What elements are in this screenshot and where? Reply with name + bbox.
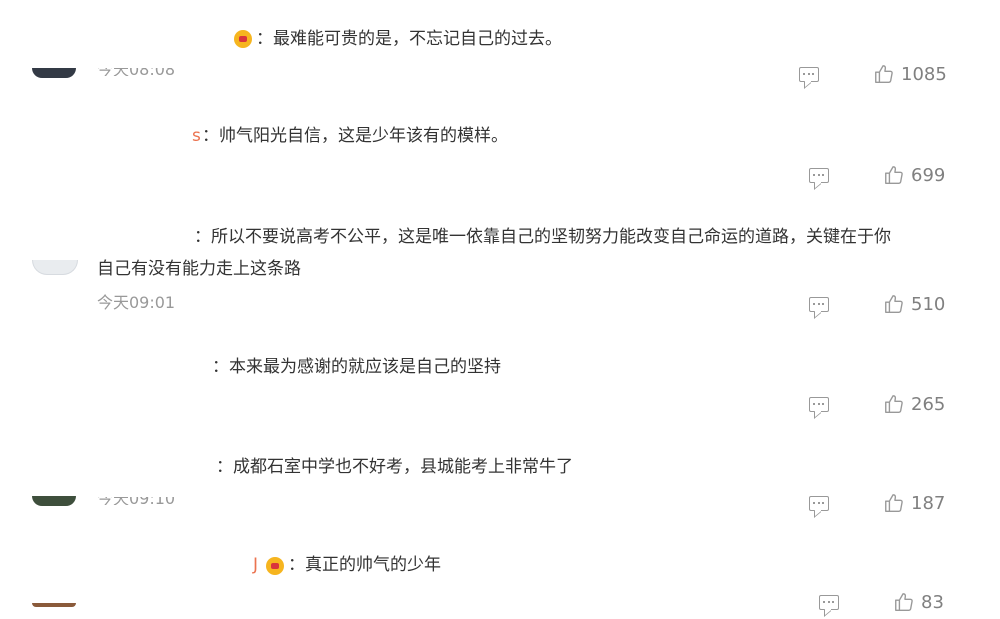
thumbs-up-icon xyxy=(895,593,913,611)
like-count: 265 xyxy=(911,393,946,415)
avatar[interactable] xyxy=(32,603,76,607)
reply-icon[interactable] xyxy=(809,297,829,312)
comment-timestamp: 今天09:01 xyxy=(97,293,176,312)
comment-text: 自己有没有能力走上这条路 xyxy=(97,259,301,279)
like-count: 83 xyxy=(921,591,944,613)
comment-item: ：成都石室中学也不好考，县城能考上非常牛了 今天09:10 187 xyxy=(0,435,1000,535)
thumbs-up-icon xyxy=(875,65,893,83)
like-count: 699 xyxy=(911,164,946,186)
like-count: 1085 xyxy=(901,63,947,85)
avatar[interactable] xyxy=(32,260,78,275)
vip-badge-icon xyxy=(266,557,284,575)
comment-item: s ：帅气阳光自信，这是少年该有的模样。 699 xyxy=(0,100,1000,200)
like-button[interactable]: 265 xyxy=(883,393,945,415)
thumbs-up-icon xyxy=(885,494,903,512)
comment-text: ：本来最为感谢的就应该是自己的坚持 xyxy=(212,357,501,377)
comment-text: ：帅气阳光自信，这是少年该有的模样。 xyxy=(202,126,508,146)
comment-item: ：本来最为感谢的就应该是自己的坚持 265 xyxy=(0,335,1000,435)
thumbs-up-icon xyxy=(885,295,903,313)
comment-item: ：所以不要说高考不公平，这是唯一依靠自己的坚韧努力能改变自己命运的道路，关键在于… xyxy=(0,200,1000,335)
comment-timestamp: 今天08:08 xyxy=(97,68,175,76)
reply-icon[interactable] xyxy=(809,168,829,183)
like-button[interactable]: 83 xyxy=(893,591,944,613)
like-count: 187 xyxy=(911,492,946,514)
username-fragment: s xyxy=(192,126,201,146)
comment-text: ：所以不要说高考不公平，这是唯一依靠自己的坚韧努力能改变自己命运的道路，关键在于… xyxy=(194,227,891,247)
comment-item: ：最难能可贵的是，不忘记自己的过去。 今天08:08 1085 xyxy=(0,0,1000,100)
like-button[interactable]: 1085 xyxy=(873,63,947,85)
thumbs-up-icon xyxy=(885,166,903,184)
avatar[interactable] xyxy=(32,496,76,506)
like-button[interactable]: 187 xyxy=(883,492,945,514)
reply-icon[interactable] xyxy=(809,496,829,511)
like-count: 510 xyxy=(911,293,946,315)
vip-badge-icon xyxy=(234,30,252,48)
comment-timestamp: 今天09:10 xyxy=(97,497,175,505)
avatar[interactable] xyxy=(32,68,76,78)
comment-item: J ：真正的帅气的少年 83 xyxy=(0,535,1000,619)
comment-text: ：成都石室中学也不好考，县城能考上非常牛了 xyxy=(216,457,573,477)
username-fragment: J xyxy=(253,555,259,575)
reply-icon[interactable] xyxy=(799,67,819,82)
reply-icon[interactable] xyxy=(819,595,839,610)
like-button[interactable]: 510 xyxy=(883,293,945,315)
comment-text: ：最难能可贵的是，不忘记自己的过去。 xyxy=(256,29,562,49)
reply-icon[interactable] xyxy=(809,397,829,412)
comment-text: ：真正的帅气的少年 xyxy=(288,555,441,575)
thumbs-up-icon xyxy=(885,395,903,413)
like-button[interactable]: 699 xyxy=(883,164,945,186)
